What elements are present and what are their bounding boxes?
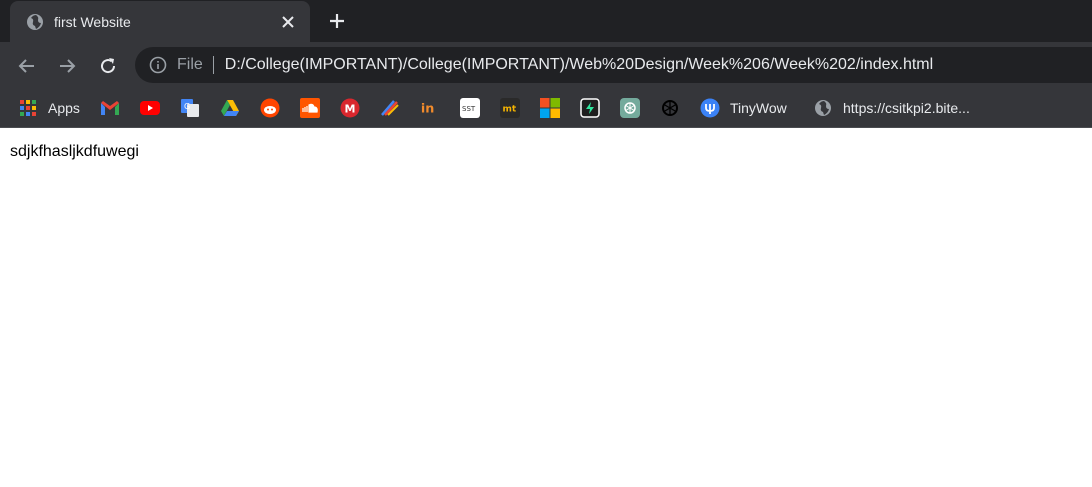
bookmark-gmail[interactable]	[100, 97, 120, 119]
youtube-icon	[140, 98, 160, 118]
svg-text:mt: mt	[503, 105, 517, 115]
tinywow-icon	[700, 98, 720, 118]
svg-text:in: in	[421, 101, 434, 116]
page-content: sdjkfhasljkdfuwegi	[0, 129, 1092, 487]
bookmark-reddit[interactable]	[260, 97, 280, 119]
bookmark-csitkpi[interactable]: https://csitkpi2.bite...	[813, 97, 970, 119]
close-tab-icon[interactable]	[278, 12, 298, 32]
bookmark-mega[interactable]: M	[340, 97, 360, 119]
bookmark-tinywow-label: TinyWow	[730, 100, 787, 116]
bookmark-google-translate[interactable]: G	[180, 97, 200, 119]
bookmarks-bar: Apps G M in SST mt TinyWow https://csitk…	[0, 89, 1092, 128]
in-logo-icon: in	[420, 98, 440, 118]
separator	[212, 56, 214, 74]
bolt-icon	[580, 98, 600, 118]
new-tab-icon[interactable]	[325, 9, 349, 33]
soundcloud-icon	[300, 98, 320, 118]
address-bar[interactable]: File D:/College(IMPORTANT)/College(IMPOR…	[135, 47, 1092, 83]
bookmark-apps-label: Apps	[48, 100, 80, 116]
globe-icon	[813, 98, 833, 118]
gmail-icon	[100, 98, 120, 118]
google-drive-icon	[220, 98, 240, 118]
forward-arrow-icon[interactable]	[55, 54, 79, 78]
microsoft-icon	[540, 98, 560, 118]
reload-icon[interactable]	[96, 54, 120, 78]
bookmark-apps[interactable]: Apps	[18, 97, 80, 119]
svg-text:M: M	[345, 103, 356, 116]
mt-icon: mt	[500, 98, 520, 118]
globe-icon	[26, 13, 44, 31]
bookmark-tinywow[interactable]: TinyWow	[700, 97, 787, 119]
reddit-icon	[260, 98, 280, 118]
bookmark-youtube[interactable]	[140, 97, 160, 119]
pen-icon	[380, 98, 400, 118]
bookmark-microsoft[interactable]	[540, 97, 560, 119]
bookmark-mt[interactable]: mt	[500, 97, 520, 119]
bookmark-bolt[interactable]	[580, 97, 600, 119]
bookmark-google-drive[interactable]	[220, 97, 240, 119]
svg-text:SST: SST	[462, 105, 476, 113]
translate-icon: G	[180, 98, 200, 118]
bookmark-colorful-link[interactable]	[380, 97, 400, 119]
browser-window: first Website File D:/College(IMPORTANT)…	[0, 0, 1092, 487]
svg-text:G: G	[184, 102, 190, 111]
scheme-label: File	[177, 56, 203, 73]
back-arrow-icon[interactable]	[15, 54, 39, 78]
apps-grid-icon	[18, 98, 38, 118]
url-text[interactable]: D:/College(IMPORTANT)/College(IMPORTANT)…	[225, 56, 933, 74]
bookmark-csitkpi-label: https://csitkpi2.bite...	[843, 100, 970, 116]
bookmark-soundcloud[interactable]	[300, 97, 320, 119]
info-icon[interactable]	[149, 56, 167, 74]
sst-icon: SST	[460, 98, 480, 118]
chatgpt-icon	[620, 98, 640, 118]
mega-icon: M	[340, 98, 360, 118]
page-body-text: sdjkfhasljkdfuwegi	[10, 143, 139, 160]
openai-icon	[660, 98, 680, 118]
bookmark-chatgpt-green[interactable]	[620, 97, 640, 119]
tab-title: first Website	[54, 13, 131, 30]
toolbar: File D:/College(IMPORTANT)/College(IMPOR…	[0, 42, 1092, 89]
bookmark-openai[interactable]	[660, 97, 680, 119]
bookmark-sst[interactable]: SST	[460, 97, 480, 119]
tab-strip: first Website	[0, 0, 1092, 42]
bookmark-in[interactable]: in	[420, 97, 440, 119]
active-tab[interactable]: first Website	[10, 1, 310, 42]
